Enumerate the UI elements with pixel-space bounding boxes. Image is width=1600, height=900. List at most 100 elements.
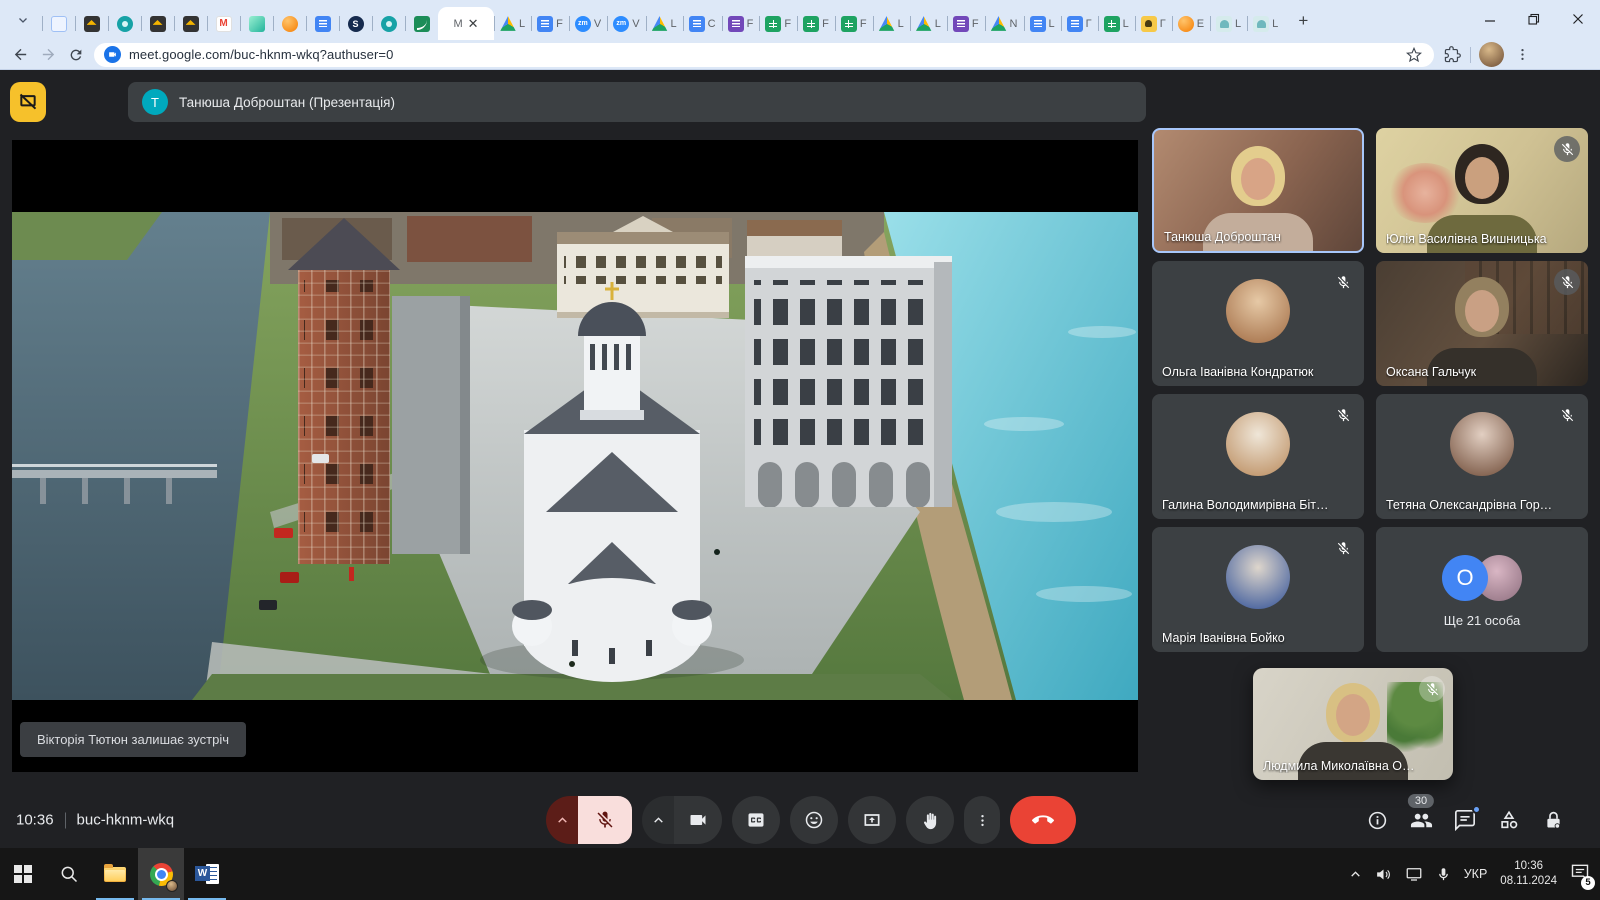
chrome-taskbar-button[interactable] (138, 848, 184, 900)
hangup-icon (1032, 809, 1054, 831)
bookmark-star-icon[interactable] (1404, 45, 1424, 65)
browser-tab[interactable]: F (759, 7, 797, 40)
participant-tile[interactable]: Юлія Василівна Вишницька (1376, 128, 1588, 253)
participant-name: Марія Іванівна Бойко (1162, 631, 1330, 645)
people-button[interactable]: 30 (1408, 807, 1434, 833)
mic-mute-button[interactable] (578, 796, 632, 844)
browser-tab[interactable]: Г (1061, 7, 1098, 40)
network-icon[interactable] (1405, 865, 1423, 883)
camera-options-button[interactable] (642, 796, 674, 844)
profile-avatar[interactable] (1479, 42, 1504, 67)
chat-button[interactable] (1452, 807, 1478, 833)
restore-button[interactable] (1512, 0, 1556, 38)
close-button[interactable] (1556, 0, 1600, 38)
file-explorer-button[interactable] (92, 848, 138, 900)
browser-menu-button[interactable] (1512, 45, 1532, 65)
participant-tile[interactable]: Марія Іванівна Бойко (1152, 527, 1364, 652)
kebab-icon (975, 813, 990, 828)
notification-center-button[interactable]: 5 (1570, 862, 1590, 887)
camera-button[interactable] (674, 796, 722, 844)
browser-tab[interactable]: F (722, 7, 760, 40)
leave-call-button[interactable] (1010, 796, 1076, 844)
activities-button[interactable] (1496, 807, 1522, 833)
browser-tab[interactable] (273, 7, 306, 40)
orange-favicon (282, 16, 298, 32)
captions-button[interactable] (732, 796, 780, 844)
participant-tile[interactable]: Галина Володимирівна Бітків... (1152, 394, 1364, 519)
avatar (1226, 545, 1290, 609)
browser-tab[interactable]: F (797, 7, 835, 40)
forward-button[interactable] (38, 45, 58, 65)
browser-tab[interactable]: F (531, 7, 569, 40)
url-bar[interactable]: meet.google.com/buc-hknm-wkq?authuser=0 (94, 43, 1434, 67)
browser-tab[interactable] (108, 7, 141, 40)
browser-tab[interactable]: L (1210, 7, 1247, 40)
raise-hand-button[interactable] (906, 796, 954, 844)
tray-expand-icon[interactable] (1349, 868, 1362, 881)
avatar (1226, 412, 1290, 476)
presenter-banner[interactable]: Т Танюша Доброштан (Презентація) (128, 82, 1146, 122)
presentation-video[interactable]: Вікторія Тютюн залишає зустріч (12, 140, 1138, 772)
browser-tab[interactable]: zmV (569, 7, 607, 40)
browser-tab[interactable] (405, 7, 438, 40)
reactions-button[interactable] (790, 796, 838, 844)
lock-icon (1543, 810, 1564, 831)
browser-tab[interactable]: S (339, 7, 372, 40)
volume-icon[interactable] (1375, 866, 1392, 883)
browser-tab[interactable]: C (683, 7, 722, 40)
overflow-count-label: Ще 21 особа (1376, 613, 1588, 628)
browser-tab[interactable] (75, 7, 108, 40)
browser-tab[interactable] (240, 7, 273, 40)
browser-tab[interactable]: M (207, 7, 240, 40)
browser-tab[interactable] (372, 7, 405, 40)
browser-tab[interactable]: F (947, 7, 985, 40)
language-indicator[interactable]: УКР (1464, 867, 1488, 881)
browser-tab[interactable] (174, 7, 207, 40)
active-tab-meet[interactable]: M✕ (438, 7, 494, 40)
participant-tile[interactable]: Оксана Гальчук (1376, 261, 1588, 386)
present-button[interactable] (848, 796, 896, 844)
browser-tab[interactable]: L (646, 7, 683, 40)
browser-tab[interactable]: N (985, 7, 1024, 40)
info-button[interactable] (1364, 807, 1390, 833)
tab-close-icon[interactable]: ✕ (468, 16, 479, 32)
extensions-icon[interactable] (1442, 45, 1462, 65)
more-options-button[interactable] (964, 796, 1000, 844)
browser-tab[interactable]: zmV (607, 7, 645, 40)
mic-off-icon (1336, 541, 1351, 556)
back-button[interactable] (10, 45, 30, 65)
browser-tab[interactable]: L (1024, 7, 1061, 40)
host-controls-button[interactable] (1540, 807, 1566, 833)
browser-tab[interactable]: L (1247, 7, 1284, 40)
reload-button[interactable] (66, 45, 86, 65)
participant-tile[interactable]: Ольга Іванівна Кондратюк (1152, 261, 1364, 386)
tab-title: E (1197, 18, 1204, 30)
new-tab-button[interactable]: + (1290, 8, 1316, 34)
browser-tab[interactable]: L (910, 7, 947, 40)
word-taskbar-button[interactable]: W (184, 848, 230, 900)
browser-tab[interactable]: L (494, 7, 531, 40)
browser-tab[interactable]: E (1172, 7, 1210, 40)
self-view-tile[interactable]: Людмила Миколаївна Овсіє... (1253, 668, 1453, 780)
browser-tab[interactable] (141, 7, 174, 40)
taskbar-clock[interactable]: 10:36 08.11.2024 (1500, 859, 1557, 889)
browser-tab[interactable]: L (1098, 7, 1135, 40)
tab-title: L (1049, 18, 1055, 30)
presentation-muted-badge[interactable] (10, 82, 46, 122)
tray-mic-icon[interactable] (1436, 867, 1451, 882)
browser-tab[interactable] (306, 7, 339, 40)
taskbar-search-button[interactable] (46, 848, 92, 900)
browser-tab[interactable]: Г (1135, 7, 1172, 40)
browser-tab[interactable]: F (835, 7, 873, 40)
mic-options-button[interactable] (546, 796, 578, 844)
browser-tab[interactable]: L (873, 7, 910, 40)
tab-search-button[interactable] (8, 5, 38, 35)
url-text[interactable]: meet.google.com/buc-hknm-wkq?authuser=0 (129, 47, 1396, 62)
presenter-name: Танюша Доброштан (Презентація) (179, 95, 395, 110)
start-button[interactable] (0, 848, 46, 900)
browser-tab[interactable] (42, 7, 75, 40)
participant-tile[interactable]: Танюша Доброштан (1152, 128, 1364, 253)
minimize-button[interactable] (1468, 0, 1512, 38)
overflow-tile[interactable]: OЩе 21 особа (1376, 527, 1588, 652)
participant-tile[interactable]: Тетяна Олександрівна Горох... (1376, 394, 1588, 519)
